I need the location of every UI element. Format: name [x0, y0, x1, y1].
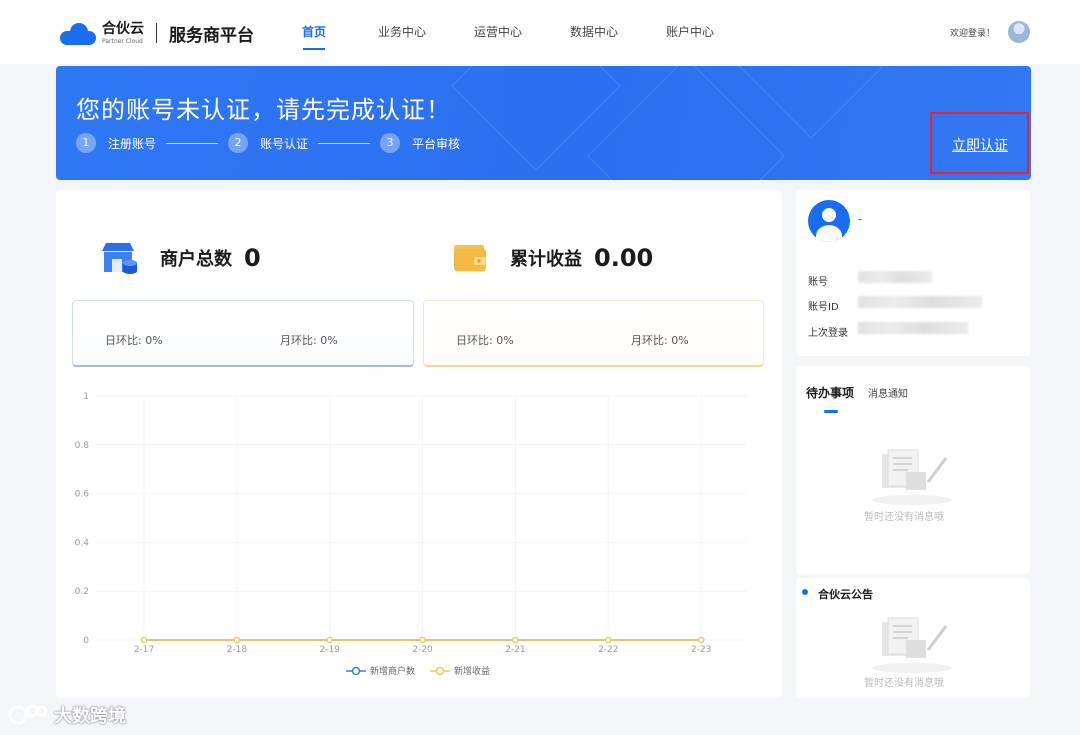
x-tick-label: 2-21: [505, 645, 525, 655]
legend-label: 新增商户数: [370, 665, 415, 677]
month-ratio-value: 0%: [320, 334, 338, 347]
account-id-label: 账号ID: [808, 302, 839, 313]
profile-avatar-icon: [808, 200, 850, 242]
y-tick-label: 0.4: [75, 538, 90, 548]
main-nav: 首页 业务中心 运营中心 数据中心 账户中心: [290, 0, 714, 64]
day-ratio-label: 日环比:: [105, 334, 142, 347]
day-ratio-label: 日环比:: [456, 334, 493, 347]
logo[interactable]: 合伙云 Partner Cloud 服务商平台: [60, 17, 254, 49]
step-number: 3: [380, 133, 401, 153]
top-header: 合伙云 Partner Cloud 服务商平台 首页 业务中心 运营中心 数据中…: [0, 0, 1080, 64]
x-tick-label: 2-19: [319, 645, 340, 655]
watermark-text: 大数跨境: [54, 706, 126, 727]
wallet-icon: [454, 245, 486, 271]
account-id-redacted: [858, 296, 982, 308]
store-icon: [102, 243, 137, 274]
bullet-dot-icon: [802, 589, 808, 595]
nav-data[interactable]: 数据中心: [570, 0, 618, 64]
month-ratio: 月环比: 0%: [280, 332, 338, 348]
step-connector: [166, 142, 219, 144]
merchant-total-stat: 商户总数 0: [100, 230, 261, 286]
merchant-total-value: 0: [244, 244, 261, 272]
merchant-ratio-box: 日环比: 0% 月环比: 0%: [72, 300, 414, 367]
day-ratio: 日环比: 0%: [456, 332, 514, 348]
month-ratio: 月环比: 0%: [631, 332, 689, 348]
income-total-stat: 累计收益 0.00: [452, 230, 653, 286]
todo-empty-text: 暂时还没有消息哦: [864, 512, 944, 523]
nav-home[interactable]: 首页: [290, 0, 338, 64]
last-login-redacted: [858, 322, 968, 334]
verification-banner: 您的账号未认证，请先完成认证！ 1 注册账号 2 账号认证 3 平台审核 立即认…: [56, 66, 1031, 180]
watermark: 大数跨境: [8, 702, 126, 728]
step-label: 账号认证: [260, 136, 309, 151]
legend-marker: [351, 666, 361, 676]
logo-subtitle: Partner Cloud: [102, 37, 143, 45]
data-point: [605, 636, 612, 644]
data-point: [419, 636, 426, 644]
verify-now-link[interactable]: 立即认证: [952, 135, 1008, 155]
logo-divider: [156, 23, 157, 43]
account-value-redacted: [858, 271, 932, 283]
day-ratio-value: 0%: [145, 334, 163, 347]
platform-title: 服务商平台: [169, 25, 254, 46]
step-number: 1: [76, 133, 96, 153]
y-tick-label: 0.8: [75, 441, 90, 451]
legend-label: 新增收益: [454, 665, 490, 677]
announcement-title: 合伙云公告: [818, 588, 873, 601]
trend-chart: 0 0.2 0.4 0.6 0.8 1 2-17 2-18 2-19 2-20 2-21 2-22 2-…: [75, 392, 746, 677]
watermark-logo-icon: [8, 704, 48, 725]
income-ratio-box: 日环比: 0% 月环比: 0%: [423, 300, 764, 367]
y-tick-label: 1: [83, 392, 89, 402]
empty-documents-icon: [872, 617, 952, 673]
month-ratio-label: 月环比:: [280, 334, 317, 347]
nav-operations[interactable]: 运营中心: [474, 0, 522, 64]
data-point: [326, 636, 333, 644]
data-point: [512, 636, 519, 644]
profile-card: - 账号 账号ID 上次登录: [796, 190, 1030, 356]
merchant-total-label: 商户总数: [160, 249, 232, 270]
verification-steps: 1 注册账号 2 账号认证 3 平台审核: [76, 133, 460, 153]
logo-name: 合伙云: [102, 20, 144, 37]
verify-highlight: 立即认证: [930, 112, 1029, 174]
tab-messages[interactable]: 消息通知: [868, 385, 908, 400]
profile-name: -: [858, 212, 863, 226]
x-tick-label: 2-23: [691, 645, 711, 655]
data-point: [233, 636, 240, 644]
step-number: 2: [228, 133, 249, 153]
todo-card: 待办事项 消息通知 暂时还没有消息哦: [796, 366, 1030, 574]
cloud-logo-icon: [60, 21, 96, 45]
nav-business[interactable]: 业务中心: [378, 0, 426, 64]
month-ratio-value: 0%: [671, 334, 689, 347]
welcome-text: 欢迎登录！: [950, 29, 996, 39]
day-ratio-value: 0%: [496, 334, 514, 347]
account-label: 账号: [808, 277, 828, 288]
data-point: [698, 636, 705, 644]
tab-active-indicator: [824, 410, 838, 413]
income-total-value: 0.00: [594, 244, 654, 272]
x-tick-label: 2-18: [227, 645, 248, 655]
last-login-label: 上次登录: [808, 328, 848, 339]
y-tick-label: 0: [83, 636, 89, 646]
announcement-empty-text: 暂时还没有消息哦: [864, 678, 944, 689]
x-tick-label: 2-17: [134, 645, 154, 655]
empty-documents-icon: [872, 449, 952, 505]
x-tick-label: 2-22: [598, 645, 618, 655]
step-label: 注册账号: [108, 136, 157, 151]
y-tick-label: 0.2: [75, 587, 89, 597]
user-avatar[interactable]: [1008, 21, 1030, 43]
banner-title: 您的账号未认证，请先完成认证！: [76, 96, 451, 124]
step-connector: [318, 142, 371, 144]
legend-marker: [435, 666, 445, 676]
day-ratio: 日环比: 0%: [105, 332, 163, 348]
x-tick-label: 2-20: [412, 645, 433, 655]
data-point: [140, 636, 148, 644]
month-ratio-label: 月环比:: [631, 334, 668, 347]
step-label: 平台审核: [412, 136, 461, 151]
tab-todo[interactable]: 待办事项: [806, 384, 854, 401]
y-tick-label: 0.6: [75, 490, 90, 500]
income-total-label: 累计收益: [510, 249, 582, 270]
announcement-card: 合伙云公告 暂时还没有消息哦: [796, 578, 1030, 698]
nav-account[interactable]: 账户中心: [666, 0, 714, 64]
